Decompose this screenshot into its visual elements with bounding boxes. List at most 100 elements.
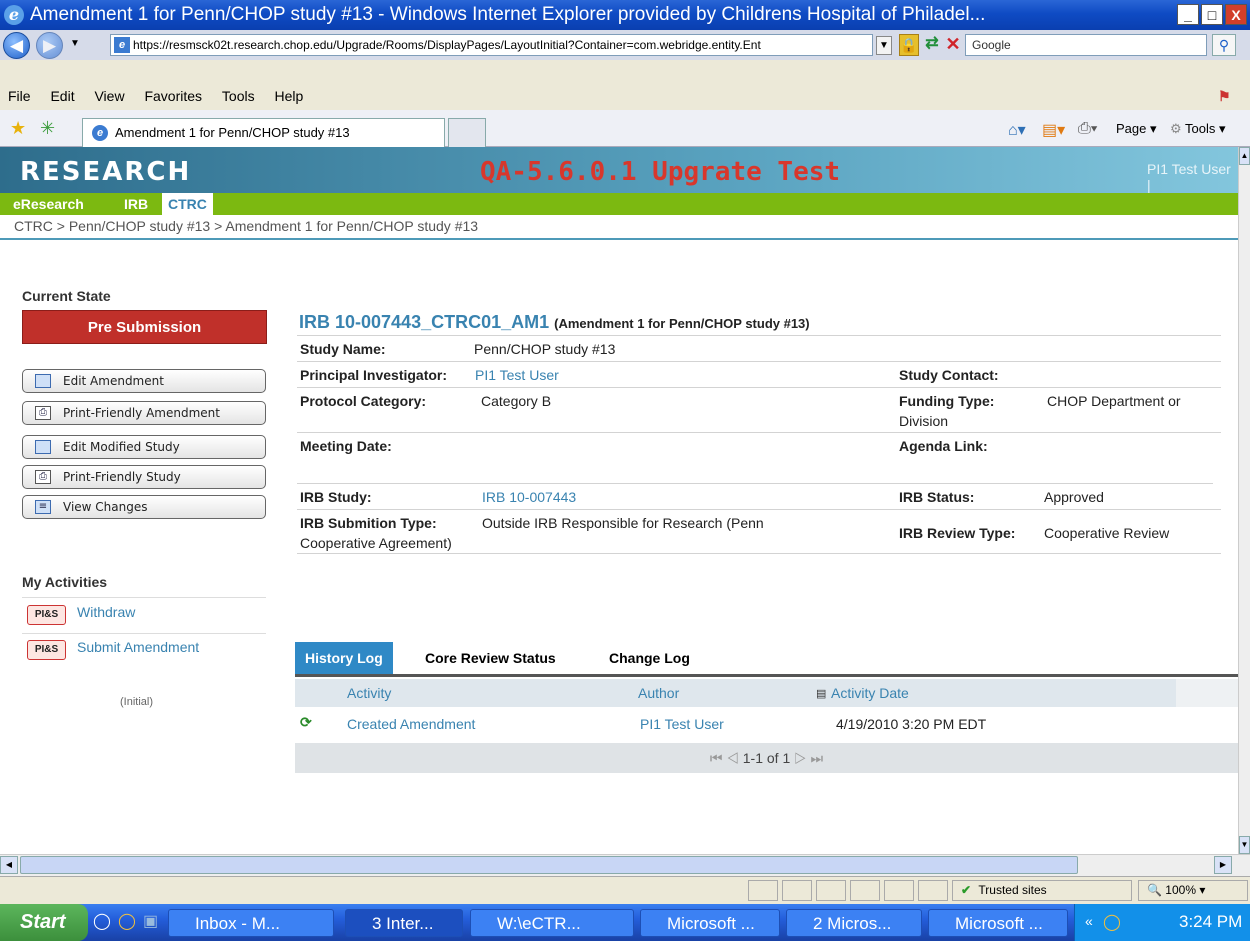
print-amendment-button[interactable]: ⎙ Print-Friendly Amendment <box>22 401 266 425</box>
sort-icon[interactable]: ▤ <box>816 687 826 700</box>
taskbar-item-inbox[interactable]: Inbox - M... <box>168 909 334 937</box>
tray-outlook-icon[interactable]: ◯ <box>1103 912 1121 932</box>
quicklaunch-app-icon[interactable]: ▣ <box>143 911 158 931</box>
funding-type-value: CHOP Department or <box>1047 393 1181 409</box>
quicklaunch-ie-icon[interactable]: ◯ <box>93 911 111 931</box>
next-page-icon[interactable]: ▷ <box>794 750 807 766</box>
forward-arrow-icon[interactable]: ▶ <box>36 32 63 59</box>
menu-favorites[interactable]: Favorites <box>144 88 202 104</box>
irb-status-label: IRB Status: <box>899 489 975 505</box>
clock[interactable]: 3:24 PM <box>1179 912 1242 932</box>
start-label: Start <box>20 911 66 933</box>
ie-tab-icon: e <box>92 125 108 141</box>
taskbar-item-ppt[interactable]: Microsoft ... <box>928 909 1068 937</box>
search-input[interactable]: Google <box>965 34 1207 56</box>
tab-eresearch[interactable]: eResearch <box>13 193 84 215</box>
search-placeholder: Google <box>972 38 1011 52</box>
tab-ctrc[interactable]: CTRC <box>162 193 213 215</box>
app-nav-bar: eResearch IRB CTRC <box>0 193 1238 215</box>
toolbar-extension-icon[interactable]: ⚑ <box>1218 83 1231 110</box>
status-cell <box>782 880 812 901</box>
prev-page-icon[interactable]: ◁ <box>726 750 739 766</box>
print-study-button[interactable]: ⎙ Print-Friendly Study <box>22 465 266 489</box>
print-icon[interactable]: ⎙▾ <box>1078 120 1098 138</box>
pager: ⏮ ◁ 1-1 of 1 ▷ ⏭ <box>295 743 1238 773</box>
address-input[interactable]: e https://resmsck02t.research.chop.edu/U… <box>110 34 873 56</box>
edit-amendment-label: Edit Amendment <box>63 374 164 388</box>
stop-icon[interactable]: ✕ <box>944 34 962 56</box>
current-user-link[interactable]: PI1 Test User | <box>1147 161 1238 193</box>
view-changes-button[interactable]: ≡ View Changes <box>22 495 266 519</box>
taskbar-item-project[interactable]: Microsoft ... <box>640 909 780 937</box>
quicklaunch-outlook-icon[interactable]: ◯ <box>118 911 136 931</box>
author-link[interactable]: PI1 Test User <box>640 716 724 732</box>
browser-tab-active[interactable]: e Amendment 1 for Penn/CHOP study #13 <box>82 118 445 147</box>
tab-core-review-status[interactable]: Core Review Status <box>415 642 566 674</box>
withdraw-link[interactable]: Withdraw <box>77 604 135 620</box>
menu-file[interactable]: File <box>8 88 31 104</box>
scroll-thumb[interactable] <box>20 856 1078 874</box>
pi-link[interactable]: PI1 Test User <box>475 367 559 383</box>
app-banner: RESEARCH QA-5.6.0.1 Upgrate Test PI1 Tes… <box>0 147 1238 193</box>
lock-icon[interactable]: 🔒 <box>899 34 919 56</box>
submit-amendment-link[interactable]: Submit Amendment <box>77 639 199 655</box>
activity-date: 4/19/2010 3:20 PM EDT <box>836 716 987 732</box>
scroll-left-icon[interactable]: ◀ <box>0 856 18 874</box>
horizontal-scrollbar[interactable]: ◀ ▶ <box>0 854 1250 876</box>
tab-history-log[interactable]: History Log <box>295 642 393 674</box>
scroll-down-icon[interactable]: ▼ <box>1239 836 1250 854</box>
favorites-star-icon[interactable]: ★ <box>10 118 26 139</box>
history-dropdown-icon[interactable]: ▼ <box>70 38 80 49</box>
close-button[interactable]: X <box>1225 4 1247 25</box>
scroll-up-icon[interactable]: ▲ <box>1239 147 1250 165</box>
tab-change-log[interactable]: Change Log <box>599 642 700 674</box>
edit-amendment-button[interactable]: Edit Amendment <box>22 369 266 393</box>
taskbar-item-explorer[interactable]: W:\eCTR... <box>470 909 634 937</box>
menu-tools[interactable]: Tools <box>222 88 255 104</box>
refresh-icon[interactable]: ⇄ <box>922 34 942 56</box>
view-changes-label: View Changes <box>63 500 148 514</box>
system-tray: « ◯ 3:24 PM <box>1074 904 1250 941</box>
menu-help[interactable]: Help <box>275 88 304 104</box>
first-page-icon[interactable]: ⏮ <box>710 750 723 766</box>
scroll-right-icon[interactable]: ▶ <box>1214 856 1232 874</box>
zoom-control[interactable]: 🔍 100% ▾ <box>1138 880 1248 901</box>
address-dropdown-icon[interactable]: ▼ <box>876 36 892 55</box>
back-arrow-icon[interactable]: ◀ <box>3 32 30 59</box>
taskbar-item-word[interactable]: 2 Micros... <box>786 909 922 937</box>
pi-badge: PI&S <box>27 640 66 660</box>
breadcrumb[interactable]: CTRC > Penn/CHOP study #13 > Amendment 1… <box>14 218 478 234</box>
column-activity[interactable]: Activity <box>347 685 391 701</box>
add-favorites-icon[interactable]: ✳ <box>40 118 55 139</box>
row-divider <box>297 509 1221 510</box>
menu-view[interactable]: View <box>94 88 124 104</box>
tools-menu[interactable]: ⚙ Tools ▾ <box>1170 121 1226 137</box>
start-button[interactable]: Start <box>0 904 88 941</box>
maximize-button[interactable]: □ <box>1201 4 1223 25</box>
page-menu[interactable]: Page ▾ <box>1116 121 1157 137</box>
activity-link[interactable]: Created Amendment <box>347 716 475 732</box>
last-page-icon[interactable]: ⏭ <box>811 750 824 766</box>
row-divider <box>297 335 1221 336</box>
tab-irb[interactable]: IRB <box>124 193 148 215</box>
search-icon[interactable]: ⚲ <box>1212 34 1236 56</box>
home-icon[interactable]: ⌂▾ <box>1008 120 1026 140</box>
protocol-category-label: Protocol Category: <box>300 393 427 409</box>
taskbar-item-ie[interactable]: 3 Inter... <box>345 909 463 937</box>
security-zone[interactable]: ✔ Trusted sites <box>952 880 1132 901</box>
minimize-button[interactable]: _ <box>1177 4 1199 25</box>
tray-expand-icon[interactable]: « <box>1085 913 1093 929</box>
edit-modified-study-button[interactable]: Edit Modified Study <box>22 435 266 459</box>
feeds-icon[interactable]: ▤▾ <box>1042 120 1065 140</box>
column-activity-date[interactable]: Activity Date <box>831 685 909 701</box>
new-tab-button[interactable] <box>448 118 486 147</box>
vertical-scrollbar[interactable]: ▲ ▼ <box>1238 147 1250 854</box>
submission-type-value-cont: Cooperative Agreement) <box>300 535 452 551</box>
menu-edit[interactable]: Edit <box>50 88 74 104</box>
column-author[interactable]: Author <box>638 685 679 701</box>
irb-study-link[interactable]: IRB 10-007443 <box>482 489 576 505</box>
study-name-value: Penn/CHOP study #13 <box>474 341 616 357</box>
eresearch-logo[interactable]: RESEARCH <box>20 157 191 187</box>
row-divider <box>297 432 1221 433</box>
browser-tab-row: ★ ✳ e Amendment 1 for Penn/CHOP study #1… <box>0 110 1250 147</box>
